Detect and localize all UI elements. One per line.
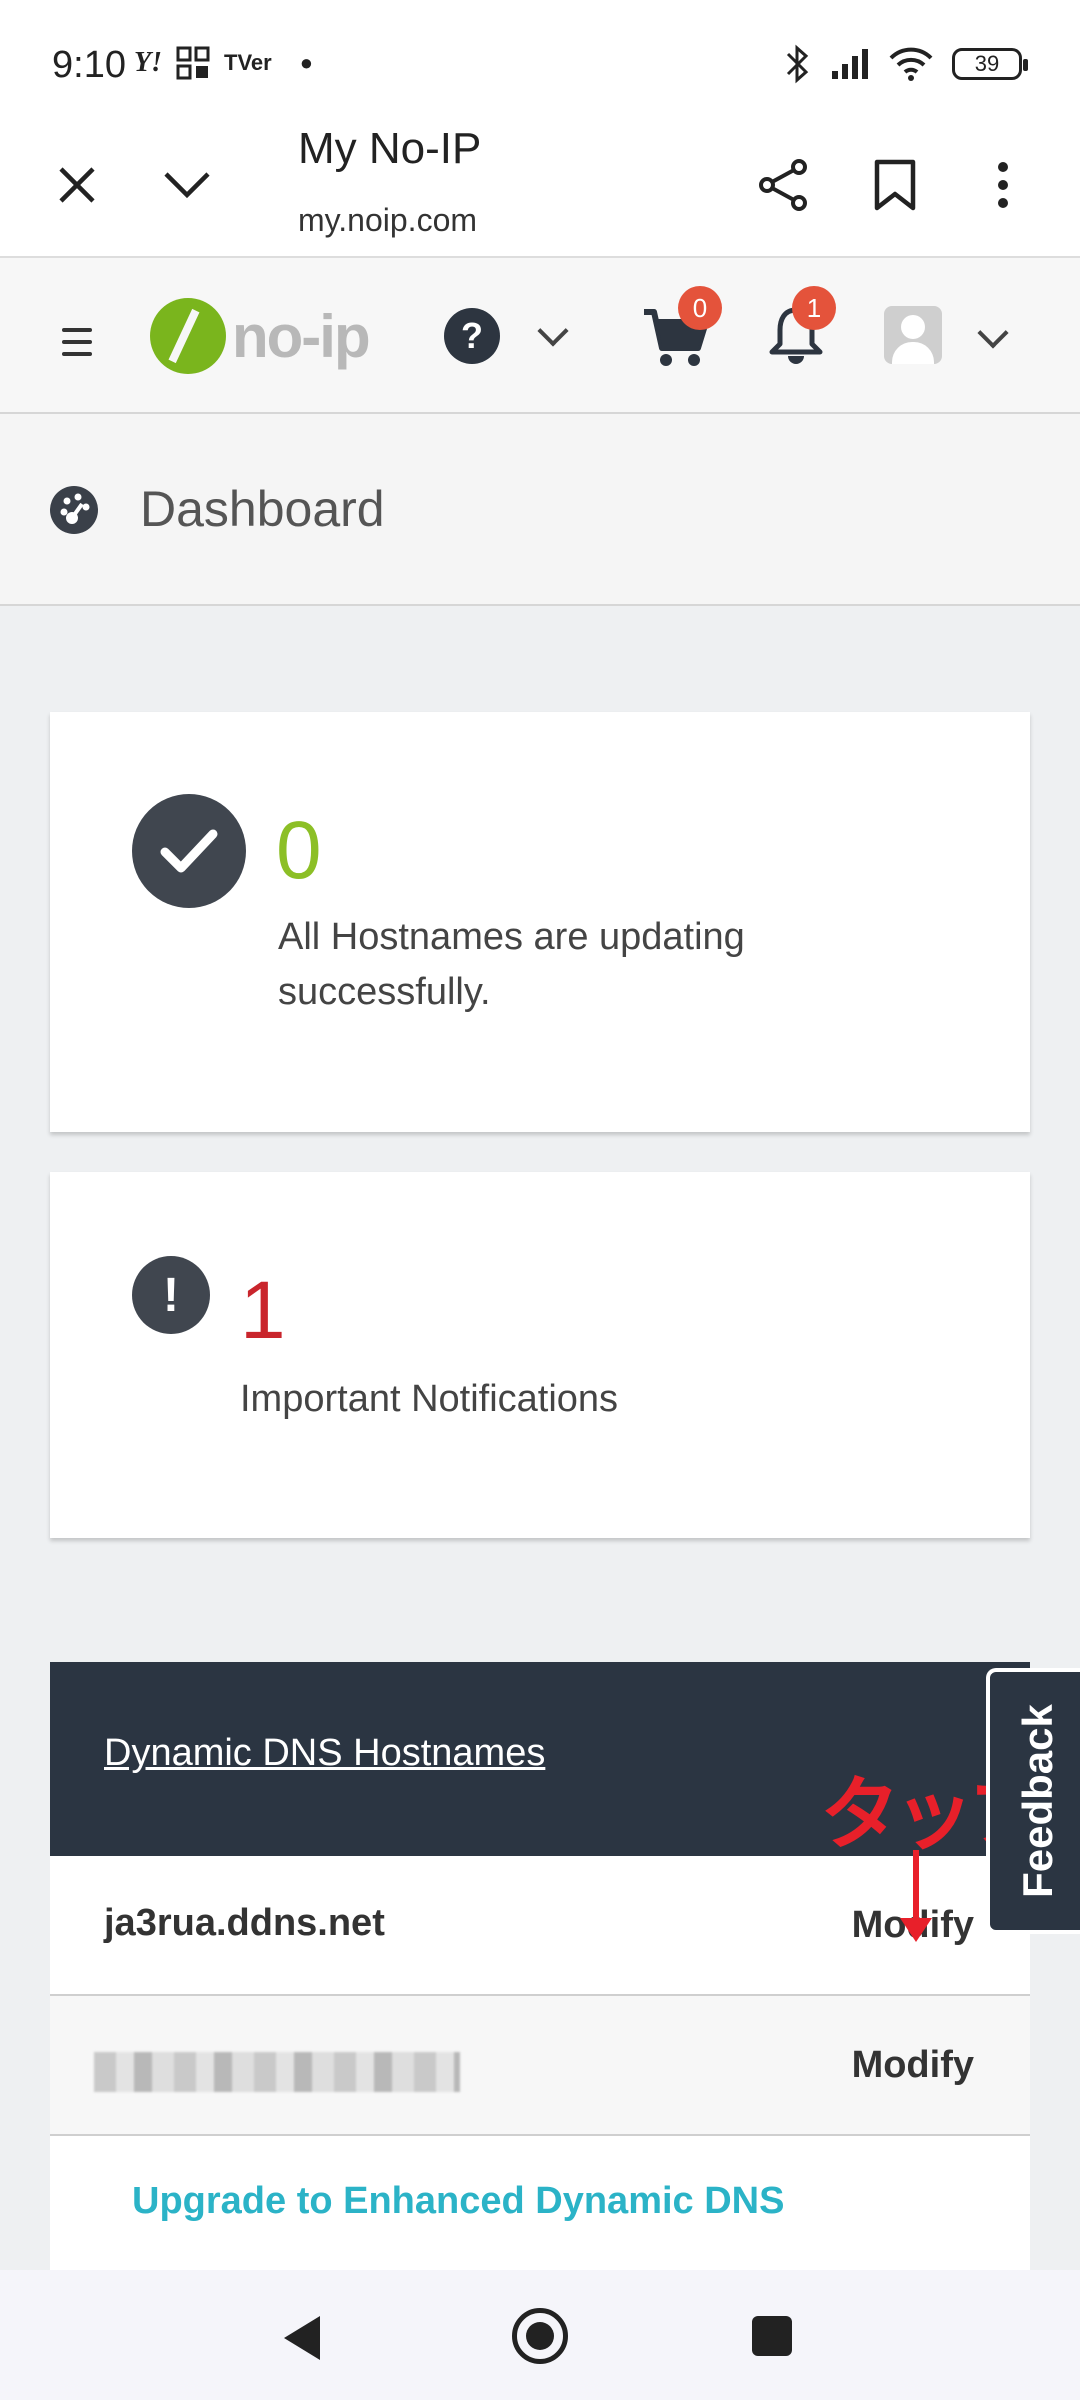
exclamation-icon: ! [132,1256,210,1334]
close-icon[interactable] [42,150,112,220]
dashboard-header: Dashboard [0,414,1080,606]
wifi-icon [889,47,933,81]
bell-icon[interactable]: 1 [768,286,836,373]
notification-count: 1 [240,1265,286,1356]
recent-apps-icon[interactable] [752,2316,792,2356]
notifications-card[interactable]: ! 1 Important Notifications [50,1172,1030,1538]
dashboard-gauge-icon [50,486,98,534]
system-nav-bar [0,2270,1080,2400]
browser-toolbar: My No-IP my.noip.com [0,110,1080,258]
noip-logo-mark [150,298,226,374]
upgrade-link[interactable]: Upgrade to Enhanced Dynamic DNS [132,2180,784,2223]
grid-app-icon [176,46,210,80]
annotation-arrow-head [900,1918,932,1942]
cart-count-badge: 0 [678,286,722,330]
feedback-tab[interactable]: Feedback [986,1668,1080,1934]
hostname-status-text: All Hostnames are updating successfully. [278,916,745,1013]
chevron-down-icon[interactable] [152,150,222,220]
dot-icon: ● [299,50,313,75]
checkmark-icon [132,794,246,908]
modify-button[interactable]: Modify [852,2044,974,2087]
share-icon[interactable] [748,150,818,220]
back-icon[interactable] [284,2316,320,2360]
hostname-count: 0 [276,805,322,896]
status-right-icons: 39 [784,44,1028,84]
account-chevron-down-icon[interactable] [977,317,1009,349]
tver-icon: TVer [224,50,272,75]
url-display[interactable]: my.noip.com [298,202,477,239]
help-chevron-down-icon[interactable] [537,315,569,347]
notification-text: Important Notifications [240,1378,619,1420]
feedback-label: Feedback [1014,1704,1061,1898]
bluetooth-icon [786,44,809,84]
noip-logo-text: no-ip [232,302,371,370]
avatar[interactable] [884,306,942,364]
blurred-hostname [94,2052,460,2092]
table-row: Modify [50,1996,1030,2136]
yahoo-icon: Y! [134,47,162,78]
menu-icon[interactable] [62,328,92,364]
cart-icon[interactable]: 0 [642,286,722,373]
dns-hostnames-link[interactable]: Dynamic DNS Hostnames [104,1732,545,1775]
status-left-icons: Y! TVer ● [134,46,313,80]
bookmark-icon[interactable] [860,150,930,220]
status-time: 9:10 [52,44,126,86]
signal-icon [832,49,868,79]
help-icon[interactable]: ? [444,308,500,364]
page-title: My No-IP [298,124,482,173]
home-icon[interactable] [512,2308,568,2364]
more-options-icon[interactable] [968,150,1038,220]
battery-icon: 39 [952,48,1028,80]
upgrade-row: Upgrade to Enhanced Dynamic DNS [50,2136,1030,2272]
noip-logo[interactable]: no-ip [150,298,371,374]
site-header: no-ip ? 0 1 [0,258,1080,414]
dashboard-title: Dashboard [140,481,385,537]
hostname-status-card[interactable]: 0 All Hostnames are updating successfull… [50,712,1030,1132]
annotation-arrow [913,1850,919,1924]
notification-count-badge: 1 [792,286,836,330]
hostname-text: ja3rua.ddns.net [104,1902,385,1944]
table-row: ja3rua.ddns.net Modify [50,1856,1030,1996]
